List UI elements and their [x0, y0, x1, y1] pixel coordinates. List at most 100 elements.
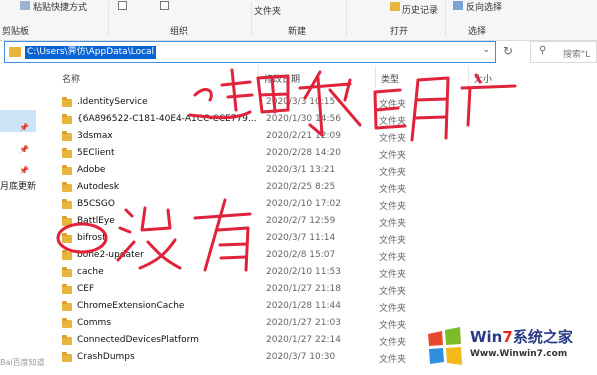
file-date: 2020/3/1 13:21: [266, 165, 336, 175]
pin-icon[interactable]: 📌: [19, 166, 29, 175]
file-row[interactable]: ChromeExtensionCache 2020/1/28 11:44 文件夹: [40, 299, 530, 316]
history-button[interactable]: 历史记录: [402, 3, 438, 16]
file-row[interactable]: {6A896522-C181-40E4-A1CC-CCE779... 2020/…: [40, 112, 530, 129]
file-date: 2020/2/8 15:07: [266, 250, 336, 260]
file-date: 2020/2/21 12:09: [266, 131, 341, 141]
file-name: bifrost: [77, 233, 106, 243]
file-row[interactable]: 3dsmax 2020/2/21 12:09 文件夹: [40, 129, 530, 146]
file-row[interactable]: 5EClient 2020/2/28 14:20 文件夹: [40, 146, 530, 163]
select-group-label: 选择: [468, 27, 487, 37]
file-type: 文件夹: [379, 253, 407, 263]
invert-selection-icon: [453, 1, 463, 10]
file-name: 5EClient: [77, 148, 115, 158]
navigation-pane: 📌 📌 📌 月底更新: [0, 65, 36, 375]
file-date: 2020/2/25 8:25: [266, 182, 336, 192]
file-type: 文件夹: [379, 321, 407, 331]
file-type: 文件夹: [379, 151, 407, 161]
file-type: 文件夹: [379, 236, 407, 246]
file-row[interactable]: B5CSGO 2020/2/10 17:02 文件夹: [40, 197, 530, 214]
file-name: CrashDumps: [77, 352, 135, 362]
file-date: 2020/2/10 11:53: [266, 267, 341, 277]
nav-item-label[interactable]: 月底更新: [0, 179, 36, 192]
brand-name: Win7系统之家: [470, 326, 573, 347]
file-row[interactable]: bohe2-updater 2020/2/8 15:07 文件夹: [40, 248, 530, 265]
chevron-down-icon[interactable]: ⌄: [482, 45, 490, 55]
file-date: 2020/3/3 10:15: [266, 97, 336, 107]
file-name: Comms: [77, 318, 112, 328]
file-name: BattlEye: [77, 216, 115, 226]
folder-icon: [62, 97, 72, 107]
new-group-label: 新建: [288, 27, 307, 37]
folder-icon: [62, 165, 72, 175]
folder-icon: [62, 216, 72, 226]
folder-icon: [62, 233, 72, 243]
file-row[interactable]: Adobe 2020/3/1 13:21 文件夹: [40, 163, 530, 180]
column-header-size[interactable]: 大小: [474, 72, 492, 85]
folder-icon: [62, 199, 72, 209]
file-row[interactable]: CEF 2020/1/27 21:18 文件夹: [40, 282, 530, 299]
file-row[interactable]: BattlEye 2020/2/7 12:59 文件夹: [40, 214, 530, 231]
file-date: 2020/1/30 14:56: [266, 114, 341, 124]
pin-icon[interactable]: 📌: [19, 123, 29, 132]
folder-icon: [62, 352, 72, 362]
new-folder-button[interactable]: 文件夹: [254, 4, 281, 17]
checkbox-icon[interactable]: [118, 1, 127, 10]
file-type: 文件夹: [379, 185, 407, 195]
column-divider[interactable]: [258, 66, 259, 88]
file-date: 2020/2/28 14:20: [266, 148, 341, 158]
column-header-date[interactable]: 修改日期: [264, 72, 300, 85]
file-name: 3dsmax: [77, 131, 113, 141]
file-type: 文件夹: [379, 287, 407, 297]
folder-icon: [62, 335, 72, 345]
ribbon-divider: [445, 2, 446, 36]
search-input[interactable]: ⚲ 搜索"L: [530, 41, 597, 63]
file-type: 文件夹: [379, 134, 407, 144]
file-row[interactable]: cache 2020/2/10 11:53 文件夹: [40, 265, 530, 282]
file-row[interactable]: Autodesk 2020/2/25 8:25 文件夹: [40, 180, 530, 197]
folder-icon: [62, 114, 72, 124]
folder-icon: [62, 318, 72, 328]
column-divider[interactable]: [375, 66, 376, 88]
file-name: Autodesk: [77, 182, 120, 192]
column-header-name[interactable]: 名称: [62, 72, 80, 85]
file-type: 文件夹: [379, 304, 407, 314]
file-name: Adobe: [77, 165, 106, 175]
quick-access-selected-item[interactable]: [0, 110, 36, 132]
folder-icon: [62, 250, 72, 260]
refresh-icon[interactable]: ↻: [503, 44, 513, 58]
file-type: 文件夹: [379, 270, 407, 280]
checkbox-icon[interactable]: [160, 1, 169, 10]
invert-selection-button[interactable]: 反向选择: [466, 0, 502, 13]
column-divider[interactable]: [468, 66, 469, 88]
address-path[interactable]: C:\Users\霁仿\AppData\Local: [25, 46, 157, 59]
file-date: 2020/1/27 21:18: [266, 284, 341, 294]
file-type: 文件夹: [379, 100, 407, 110]
ribbon-divider: [251, 2, 252, 36]
paste-shortcut-button[interactable]: 粘贴快捷方式: [33, 0, 87, 13]
file-type: 文件夹: [379, 117, 407, 127]
brand-suffix: 系统之家: [512, 328, 573, 346]
folder-icon: [62, 301, 72, 311]
column-header-type[interactable]: 类型: [381, 72, 399, 85]
file-name: ConnectedDevicesPlatform: [77, 335, 199, 345]
file-date: 2020/3/7 10:30: [266, 352, 336, 362]
file-name: {6A896522-C181-40E4-A1CC-CCE779...: [77, 114, 257, 124]
file-name: cache: [77, 267, 104, 277]
folder-icon: [62, 131, 72, 141]
file-date: 2020/2/10 17:02: [266, 199, 341, 209]
file-row[interactable]: bifrost 2020/3/7 11:14 文件夹: [40, 231, 530, 248]
folder-icon: [62, 148, 72, 158]
file-date: 2020/1/27 22:14: [266, 335, 341, 345]
file-name: B5CSGO: [77, 199, 115, 209]
file-date: 2020/2/7 12:59: [266, 216, 336, 226]
paste-shortcut-icon: [20, 1, 30, 10]
pin-icon[interactable]: 📌: [19, 145, 29, 154]
brand-url: Www.Winwin7.com: [470, 349, 568, 359]
file-name: bohe2-updater: [77, 250, 144, 260]
ribbon-divider: [346, 2, 347, 36]
address-bar[interactable]: C:\Users\霁仿\AppData\Local ⌄: [4, 41, 496, 63]
search-icon: ⚲: [539, 45, 547, 56]
file-name: ChromeExtensionCache: [77, 301, 185, 311]
file-row[interactable]: .IdentityService 2020/3/3 10:15 文件夹: [40, 95, 530, 112]
folder-icon: [62, 284, 72, 294]
